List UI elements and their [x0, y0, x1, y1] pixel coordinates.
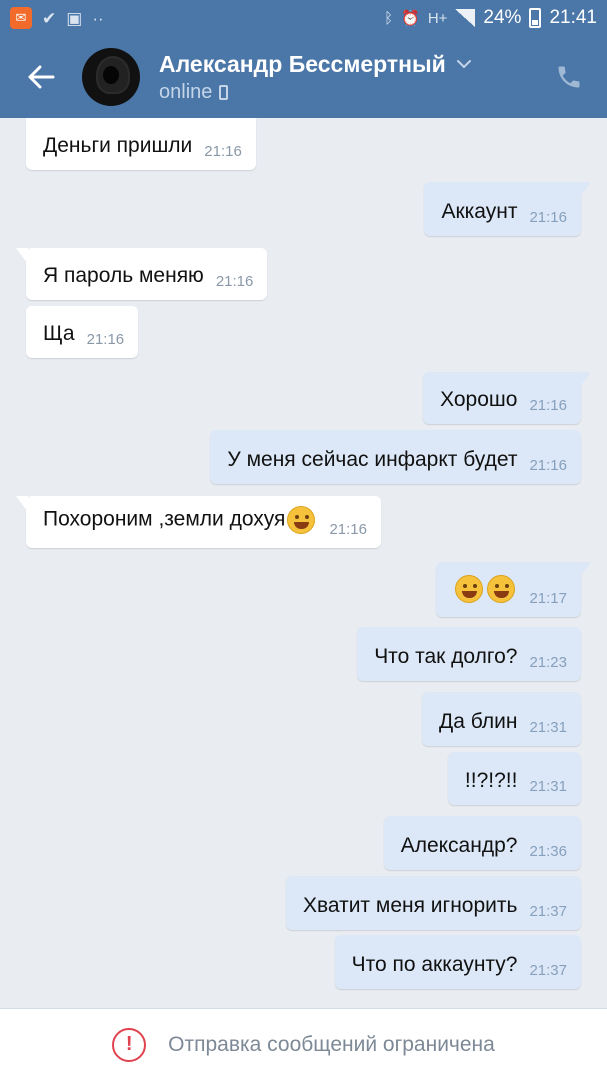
message-text: Что по аккаунту?	[351, 953, 518, 976]
back-arrow-icon	[28, 65, 55, 89]
message-text: Я пароль меняю	[43, 264, 204, 287]
message-text: Хватит меня игнорить	[302, 894, 518, 917]
contact-name: Александр Бессмертный	[159, 50, 446, 77]
message-time: 21:16	[529, 457, 567, 474]
battery-percent: 24%	[483, 7, 522, 28]
message-text: Александр?	[400, 834, 518, 857]
more-notifications-icon: ··	[92, 8, 104, 28]
message-time: 21:16	[529, 397, 567, 414]
battery-icon	[529, 8, 542, 28]
message-time: 21:31	[529, 778, 567, 795]
message-incoming[interactable]: Деньги пришли 21:16	[26, 118, 256, 170]
message-incoming[interactable]: Похороним ,земли дохуя 21:16	[16, 496, 381, 548]
status-bar: ✉ ✔ ▣ ·· ᛒ ⏰ H+ 24% 21:41	[0, 0, 607, 36]
message-text: Ща	[43, 322, 75, 345]
warning-icon: !	[112, 1027, 147, 1062]
message-text: Деньги пришли	[43, 134, 193, 157]
message-time: 21:16	[329, 521, 367, 538]
message-outgoing[interactable]: !!?!?!! 21:31	[447, 752, 581, 805]
message-incoming[interactable]: Ща 21:16	[26, 306, 139, 358]
call-button[interactable]	[549, 57, 589, 97]
network-type: H+	[427, 9, 448, 27]
chat-header: Александр Бессмертный online	[0, 36, 607, 118]
message-time: 21:37	[529, 962, 567, 979]
avatar[interactable]	[82, 48, 140, 106]
message-text: Похороним ,земли дохуя	[43, 506, 317, 548]
message-text: Да блин	[439, 710, 518, 733]
message-time: 21:16	[86, 331, 125, 348]
message-text: Что так долго?	[374, 645, 518, 668]
message-incoming[interactable]: Я пароль меняю 21:16	[15, 248, 268, 300]
back-button[interactable]	[0, 36, 82, 118]
message-time: 21:17	[529, 590, 567, 607]
message-text: Аккаунт	[441, 200, 518, 223]
app-notification-icon: ✉	[10, 7, 32, 29]
restricted-message: Отправка сообщений ограничена	[168, 1032, 495, 1056]
mobile-icon	[219, 84, 229, 100]
message-outgoing[interactable]: Аккаунт 21:16	[424, 182, 591, 236]
message-outgoing[interactable]: Что так долго? 21:23	[357, 627, 581, 681]
gallery-notification-icon: ▣	[66, 8, 83, 28]
input-restricted-bar: ! Отправка сообщений ограничена	[0, 1008, 607, 1080]
message-outgoing[interactable]: У меня сейчас инфаркт будет 21:16	[210, 430, 581, 484]
message-outgoing[interactable]: Хватит меня игнорить 21:37	[285, 876, 581, 930]
smiling-emoji-icon	[487, 575, 516, 603]
message-time: 21:36	[529, 843, 567, 860]
contact-info[interactable]: Александр Бессмертный online	[159, 51, 472, 104]
message-outgoing[interactable]: Что по аккаунту? 21:37	[334, 935, 581, 989]
phone-call-icon	[558, 66, 580, 88]
message-outgoing[interactable]: 21:17	[436, 562, 591, 617]
laughing-tears-emoji-icon	[287, 506, 316, 534]
message-time: 21:31	[529, 719, 567, 736]
message-time: 21:16	[204, 143, 242, 160]
message-time: 21:16	[529, 209, 567, 226]
grinning-emoji-icon	[455, 575, 484, 603]
check-notification-icon: ✔	[42, 8, 57, 28]
message-time: 21:37	[529, 903, 567, 920]
message-outgoing[interactable]: Да блин 21:31	[422, 692, 581, 746]
message-text: У меня сейчас инфаркт будет	[227, 448, 518, 471]
message-list[interactable]: Деньги пришли 21:16 Аккаунт 21:16 Я паро…	[0, 118, 607, 1008]
message-text: !!?!?!!	[464, 769, 518, 792]
bluetooth-icon: ᛒ	[384, 9, 394, 27]
message-time: 21:23	[529, 654, 567, 671]
message-time: 21:16	[215, 273, 254, 290]
signal-icon	[455, 9, 476, 27]
online-status: online	[159, 80, 213, 103]
message-outgoing[interactable]: Александр? 21:36	[383, 816, 581, 870]
message-outgoing[interactable]: Хорошо 21:16	[423, 372, 591, 424]
chevron-down-icon	[456, 60, 471, 69]
message-text	[453, 575, 517, 617]
message-text: Хорошо	[440, 388, 518, 411]
clock: 21:41	[549, 7, 597, 28]
alarm-icon: ⏰	[401, 10, 420, 27]
message-text-content: Похороним ,земли дохуя	[43, 507, 286, 531]
